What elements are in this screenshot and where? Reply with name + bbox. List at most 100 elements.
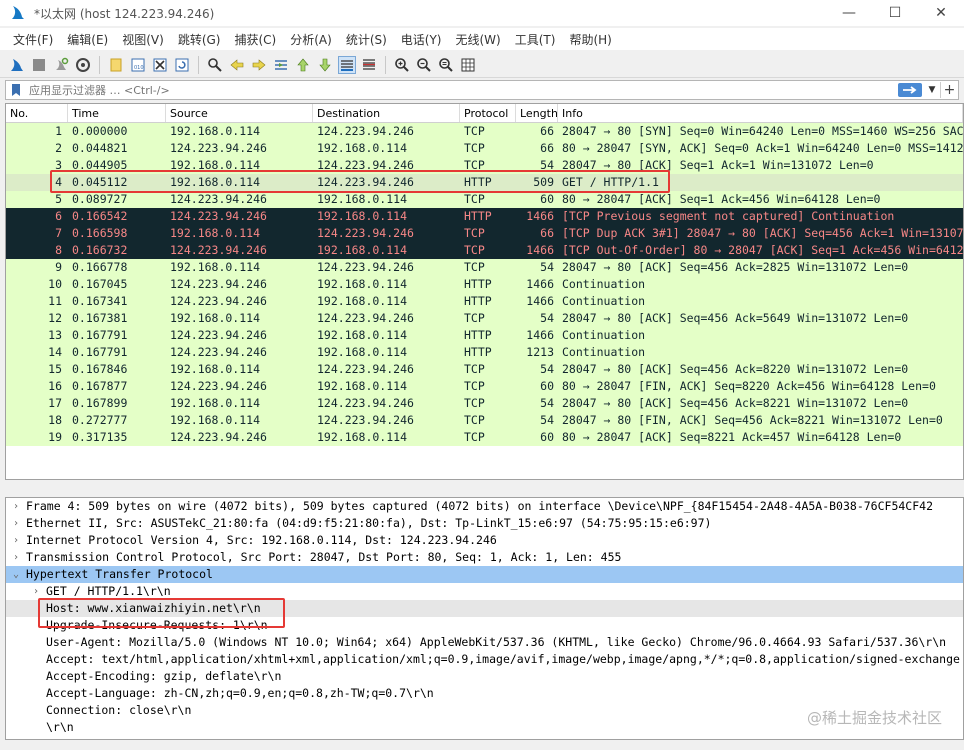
menu-file[interactable]: 文件(F) <box>6 31 60 48</box>
packet-row[interactable]: 2 0.044821 124.223.94.246 192.168.0.114 TCP 6… <box>6 140 963 157</box>
zoom-in-icon[interactable] <box>393 56 411 74</box>
close-file-icon[interactable] <box>151 56 169 74</box>
menu-wireless[interactable]: 无线(W) <box>449 31 508 48</box>
restart-capture-icon[interactable] <box>52 56 70 74</box>
expanded-chevron-icon[interactable]: ⌄ <box>6 566 26 583</box>
packet-row[interactable]: 15 0.167846 192.168.0.114 124.223.94.246 TCP… <box>6 361 963 378</box>
stop-capture-icon[interactable] <box>30 56 48 74</box>
packet-info: 28047 → 80 [ACK] Seq=1 Ack=1 Win=131072 … <box>562 158 874 172</box>
packet-row[interactable]: 7 0.166598 192.168.0.114 124.223.94.246 TCP 6… <box>6 225 963 242</box>
add-filter-button[interactable]: + <box>940 82 958 98</box>
packet-row[interactable]: 12 0.167381 192.168.0.114 124.223.94.246 TCP… <box>6 310 963 327</box>
packet-source: 124.223.94.246 <box>170 277 267 291</box>
save-file-icon[interactable]: 010 <box>129 56 147 74</box>
detail-tree-text: Internet Protocol Version 4, Src: 192.16… <box>26 533 497 547</box>
maximize-button[interactable]: ☐ <box>872 0 918 26</box>
packet-info: 80 → 28047 [SYN, ACK] Seq=0 Ack=1 Win=64… <box>562 141 963 155</box>
packet-row[interactable]: 4 0.045112 192.168.0.114 124.223.94.246 HTTP… <box>6 174 963 191</box>
menu-edit[interactable]: 编辑(E) <box>60 31 115 48</box>
column-header-info[interactable]: Info <box>558 104 963 122</box>
close-button[interactable]: ✕ <box>918 0 964 26</box>
go-forward-icon[interactable] <box>250 56 268 74</box>
packet-time: 0.044821 <box>72 141 128 155</box>
detail-tree-item[interactable]: Accept-Encoding: gzip, deflate\r\n <box>6 668 963 685</box>
reload-file-icon[interactable] <box>173 56 191 74</box>
last-packet-icon[interactable] <box>316 56 334 74</box>
packet-row[interactable]: 14 0.167791 124.223.94.246 192.168.0.114 HTT… <box>6 344 963 361</box>
packet-row[interactable]: 17 0.167899 192.168.0.114 124.223.94.246 TCP… <box>6 395 963 412</box>
packet-row[interactable]: 11 0.167341 124.223.94.246 192.168.0.114 HTT… <box>6 293 963 310</box>
detail-tree-item[interactable]: › Ethernet II, Src: ASUSTekC_21:80:fa (04… <box>6 515 963 532</box>
filter-dropdown-icon[interactable]: ▼ <box>926 85 938 95</box>
go-back-icon[interactable] <box>228 56 246 74</box>
collapsed-chevron-icon[interactable]: › <box>6 549 26 566</box>
packet-row[interactable]: 3 0.044905 192.168.0.114 124.223.94.246 TCP 5… <box>6 157 963 174</box>
column-header-length[interactable]: Length <box>516 104 558 122</box>
packet-row[interactable]: 13 0.167791 124.223.94.246 192.168.0.114 HTT… <box>6 327 963 344</box>
collapsed-chevron-icon[interactable]: › <box>6 498 26 515</box>
collapsed-chevron-icon[interactable]: › <box>6 515 26 532</box>
detail-tree-item[interactable]: ⌄ Hypertext Transfer Protocol <box>6 566 963 583</box>
detail-tree-item[interactable]: User-Agent: Mozilla/5.0 (Windows NT 10.0… <box>6 634 963 651</box>
detail-tree-item[interactable]: Accept-Language: zh-CN,zh;q=0.9,en;q=0.8… <box>6 685 963 702</box>
packet-row[interactable]: 1 0.000000 192.168.0.114 124.223.94.246 TCP 6… <box>6 123 963 140</box>
normal-size-icon[interactable] <box>437 56 455 74</box>
display-filter-input[interactable] <box>23 82 898 98</box>
open-file-icon[interactable] <box>107 56 125 74</box>
packet-row[interactable]: 10 0.167045 124.223.94.246 192.168.0.114 HTT… <box>6 276 963 293</box>
packet-row[interactable]: 6 0.166542 124.223.94.246 192.168.0.114 HTTP… <box>6 208 963 225</box>
column-header-destination[interactable]: Destination <box>313 104 460 122</box>
capture-options-icon[interactable] <box>74 56 92 74</box>
detail-tree-item[interactable]: Host: www.xianwaizhiyin.net\r\n <box>6 600 963 617</box>
menu-tools[interactable]: 工具(T) <box>508 31 563 48</box>
packet-info: 80 → 28047 [ACK] Seq=8221 Ack=457 Win=64… <box>562 430 902 444</box>
detail-tree-item[interactable]: Accept: text/html,application/xhtml+xml,… <box>6 651 963 668</box>
packet-protocol: HTTP <box>464 209 492 223</box>
colorize-icon[interactable] <box>360 56 378 74</box>
menu-telephony[interactable]: 电话(Y) <box>394 31 449 48</box>
find-packet-icon[interactable] <box>206 56 224 74</box>
packet-row[interactable]: 8 0.166732 124.223.94.246 192.168.0.114 TCP 1… <box>6 242 963 259</box>
packet-row[interactable]: 5 0.089727 124.223.94.246 192.168.0.114 TCP 6… <box>6 191 963 208</box>
menu-go[interactable]: 跳转(G) <box>171 31 228 48</box>
packet-row[interactable]: 18 0.272777 192.168.0.114 124.223.94.246 TCP… <box>6 412 963 429</box>
autoscroll-icon[interactable] <box>338 55 356 74</box>
packet-destination: 192.168.0.114 <box>317 243 408 257</box>
zoom-out-icon[interactable] <box>415 56 433 74</box>
packet-source: 192.168.0.114 <box>170 226 261 240</box>
apply-filter-button[interactable] <box>898 83 922 97</box>
go-to-packet-icon[interactable] <box>272 56 290 74</box>
column-header-protocol[interactable]: Protocol <box>460 104 516 122</box>
menu-capture[interactable]: 捕获(C) <box>227 31 283 48</box>
detail-tree-text: Upgrade-Insecure-Requests: 1\r\n <box>46 618 268 632</box>
menu-analyze[interactable]: 分析(A) <box>283 31 339 48</box>
detail-tree-item[interactable]: › Internet Protocol Version 4, Src: 192.1… <box>6 532 963 549</box>
collapsed-chevron-icon[interactable]: › <box>26 583 46 600</box>
packet-protocol: TCP <box>464 413 485 427</box>
column-header-time[interactable]: Time <box>68 104 166 122</box>
start-capture-icon[interactable] <box>8 56 26 74</box>
packet-length: 60 <box>540 379 554 393</box>
filter-bookmark-icon[interactable] <box>9 83 23 97</box>
first-packet-icon[interactable] <box>294 56 312 74</box>
resize-columns-icon[interactable] <box>459 56 477 74</box>
column-header-source[interactable]: Source <box>166 104 313 122</box>
packet-row[interactable]: 9 0.166778 192.168.0.114 124.223.94.246 TCP 5… <box>6 259 963 276</box>
packet-length: 54 <box>540 362 554 376</box>
packet-row[interactable]: 16 0.167877 124.223.94.246 192.168.0.114 TCP… <box>6 378 963 395</box>
menu-view[interactable]: 视图(V) <box>115 31 171 48</box>
detail-tree-item[interactable]: › Frame 4: 509 bytes on wire (4072 bits),… <box>6 498 963 515</box>
collapsed-chevron-icon[interactable]: › <box>6 532 26 549</box>
menu-help[interactable]: 帮助(H) <box>562 31 618 48</box>
detail-tree-item[interactable]: › GET / HTTP/1.1\r\n <box>6 583 963 600</box>
minimize-button[interactable]: — <box>826 0 872 26</box>
menu-statistics[interactable]: 统计(S) <box>339 31 394 48</box>
packet-row[interactable]: 19 0.317135 124.223.94.246 192.168.0.114 TCP… <box>6 429 963 446</box>
detail-tree-item[interactable]: › Transmission Control Protocol, Src Port… <box>6 549 963 566</box>
column-header-no[interactable]: No. <box>6 104 68 122</box>
wireshark-fin-icon <box>12 6 24 19</box>
detail-tree-text: User-Agent: Mozilla/5.0 (Windows NT 10.0… <box>46 635 947 649</box>
detail-tree-text: Hypertext Transfer Protocol <box>26 567 213 581</box>
packet-info: Continuation <box>562 328 646 342</box>
detail-tree-item[interactable]: Upgrade-Insecure-Requests: 1\r\n <box>6 617 963 634</box>
